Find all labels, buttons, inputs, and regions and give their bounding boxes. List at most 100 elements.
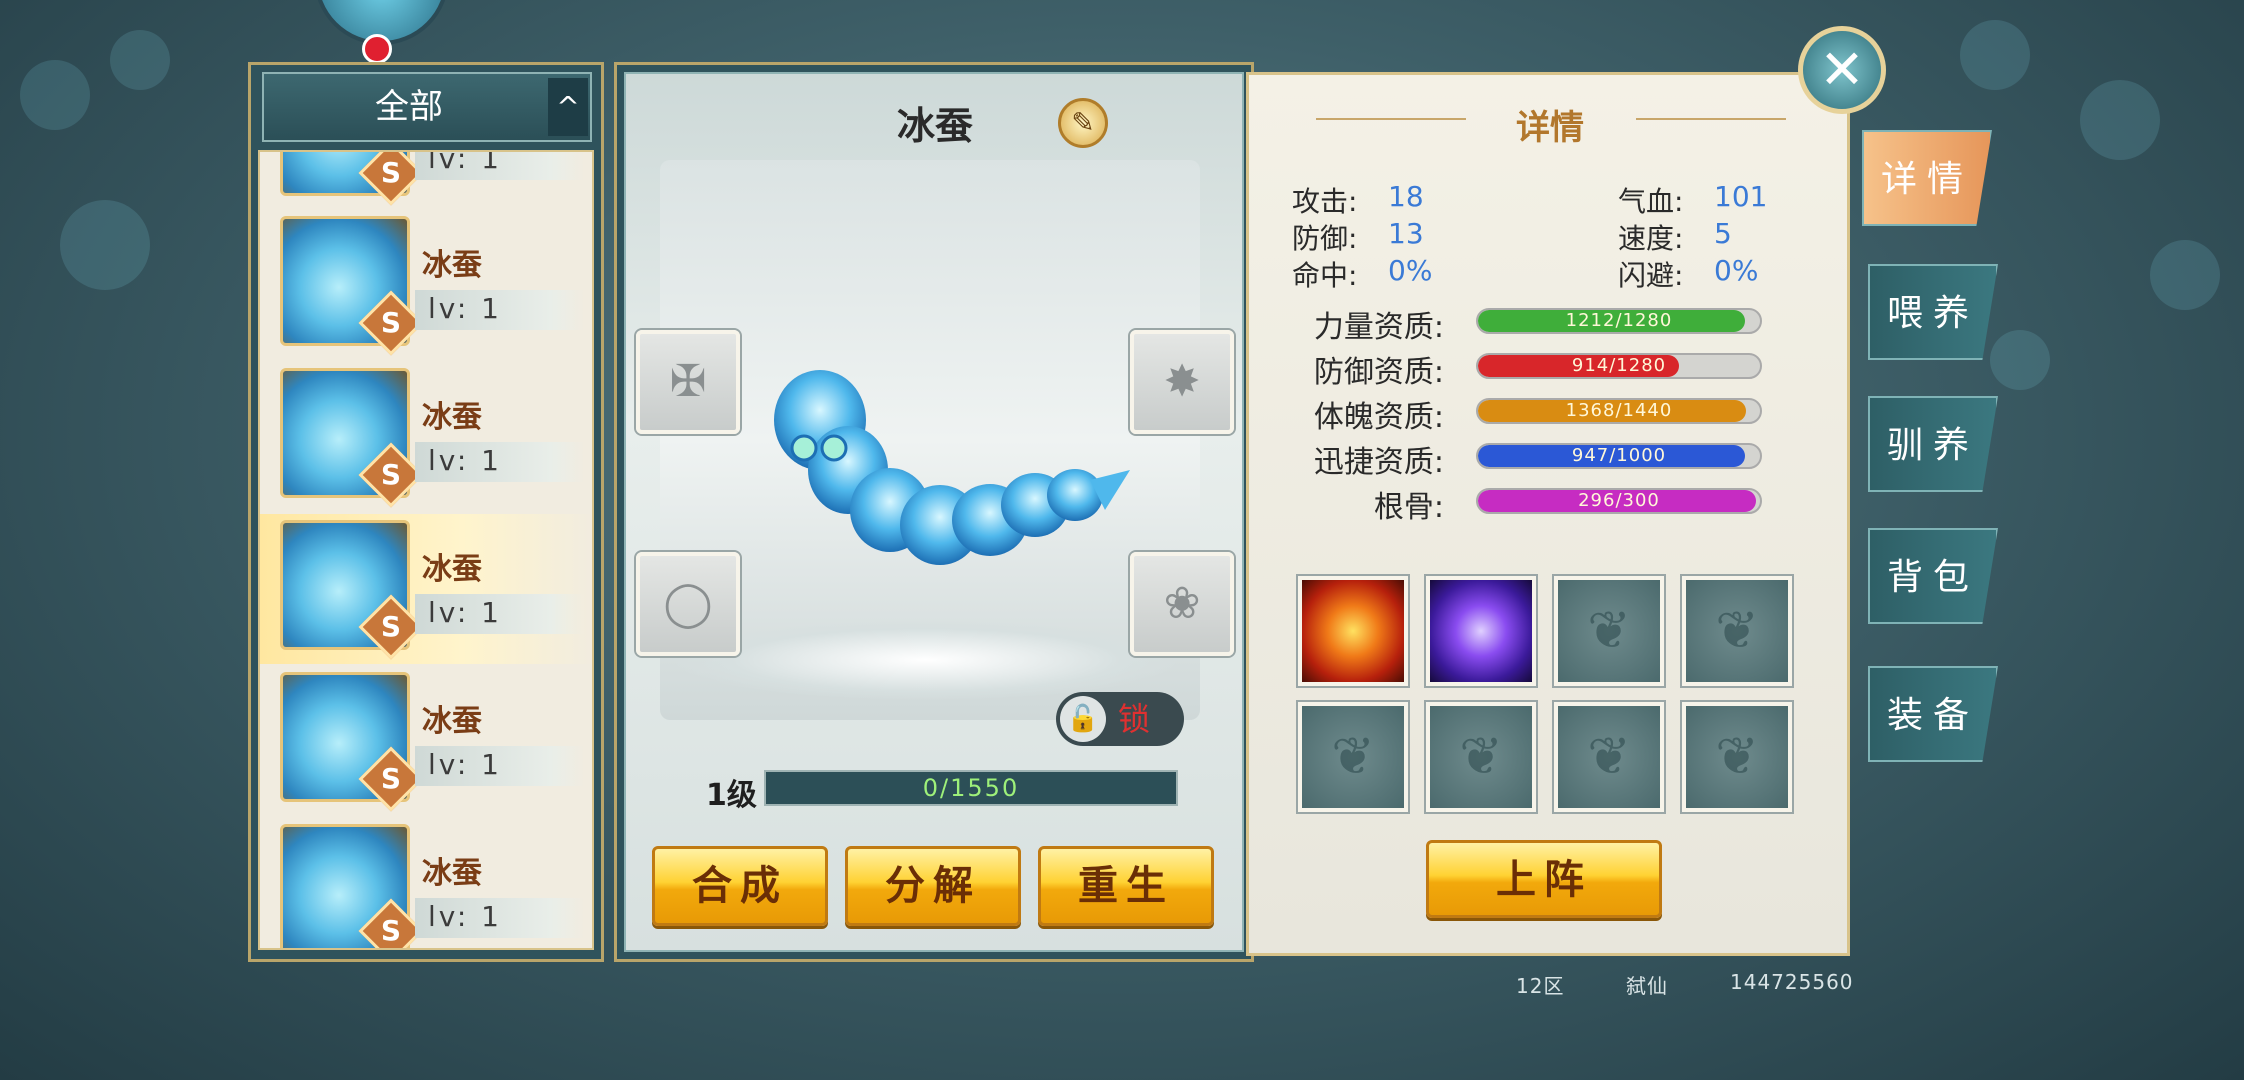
bg-bokeh [1960,20,2030,90]
aptitude-value: 1212/1280 [1565,310,1673,331]
dragon-emblem-icon: ❦ [1715,601,1759,661]
aptitude-label: 力量资质: [1313,310,1444,345]
armor-icon: ✸ [1163,356,1201,407]
pet-list-name: 冰蚕 [422,856,482,891]
pet-list-item[interactable]: S 冰蚕 lv: 1 [260,818,592,948]
lock-icon: 🔓 [1060,696,1106,742]
rank-letter: S [380,914,402,947]
equip-slot-weapon[interactable]: ✠ [636,330,740,434]
pet-platform [676,620,1176,700]
skill-fire-icon[interactable] [1298,576,1408,686]
equip-slot-armor[interactable]: ✸ [1130,330,1234,434]
skill-slot-empty[interactable]: ❦ [1426,702,1536,812]
skill-slot-empty[interactable]: ❦ [1682,576,1792,686]
stat-value: 0% [1714,254,1759,287]
exp-text: 0/1550 [922,774,1020,802]
stat-label: 防御: [1292,222,1358,255]
bg-bokeh [2150,240,2220,310]
dragon-emblem-icon: ❦ [1587,727,1631,787]
ring-icon: ❀ [1163,578,1201,629]
stat-value: 0% [1388,254,1433,287]
details-title: 详情 [1516,108,1584,148]
rank-letter: S [380,762,402,795]
bg-bokeh [20,60,90,130]
close-button[interactable]: ✕ [1798,26,1886,114]
pet-list-level: lv: 1 [428,292,502,325]
stat-label: 命中: [1292,259,1358,292]
notification-dot [362,34,392,64]
side-tab[interactable]: 驯养 [1868,396,1998,492]
skill-vortex-icon[interactable] [1426,576,1536,686]
pet-list-item[interactable]: S 冰蚕 lv: 1 [260,210,592,360]
stat-label: 速度: [1618,222,1684,255]
aptitude-value: 947/1000 [1571,445,1667,466]
stat-label: 气血: [1618,185,1684,218]
player-name: 弑仙 [1626,974,1668,998]
deploy-button[interactable]: 上阵 [1426,840,1662,918]
skill-slot-empty[interactable]: ❦ [1554,702,1664,812]
necklace-icon: ◯ [663,578,713,629]
stat-value: 5 [1714,217,1732,250]
pet-list-level: lv: 1 [428,900,502,933]
aptitude-label: 防御资质: [1313,355,1444,390]
skill-slot-empty[interactable]: ❦ [1298,702,1408,812]
aptitude-bar: 296/300 [1476,488,1762,514]
server-label: 12区 [1516,974,1565,998]
edit-icon[interactable]: ✎ [1058,98,1108,148]
pet-list-level: lv: 1 [428,748,502,781]
bg-bokeh [2080,80,2160,160]
pet-list-item[interactable]: S 冰蚕 lv: 1 [260,514,592,664]
stat-label: 闪避: [1618,259,1684,292]
skill-slot-empty[interactable]: ❦ [1554,576,1664,686]
filter-dropdown[interactable]: 全部 ^ [262,72,592,142]
rank-letter: S [380,306,402,339]
skill-slot-empty[interactable]: ❦ [1682,702,1792,812]
pet-level-label: 1级 [706,778,757,813]
pet-list-item[interactable]: S 冰蚕 lv: 1 [260,362,592,512]
side-tab[interactable]: 详情 [1862,130,1992,226]
pet-body [774,370,1130,565]
exp-bar: 0/1550 [764,770,1178,806]
side-tab[interactable]: 背包 [1868,528,1998,624]
decompose-button[interactable]: 分解 [845,846,1021,926]
aptitude-bar: 914/1280 [1476,353,1762,379]
bg-bokeh [110,30,170,90]
compose-button[interactable]: 合成 [652,846,828,926]
lock-button[interactable]: 🔓 锁 [1056,692,1184,746]
filter-label: 全部 [375,87,443,127]
pet-model[interactable] [760,360,1140,600]
chevron-up-icon[interactable]: ^ [548,78,588,136]
stat-value: 101 [1714,180,1768,213]
bg-bokeh [60,200,150,290]
equip-slot-necklace[interactable]: ◯ [636,552,740,656]
pet-list-item[interactable]: Slv: 1 [260,152,592,210]
rank-letter: S [380,156,402,189]
pet-list-name: 冰蚕 [422,400,482,435]
stat-label: 攻击: [1292,185,1358,218]
title-ornament-left [1316,118,1466,120]
pet-list-item[interactable]: S 冰蚕 lv: 1 [260,666,592,816]
aptitude-label: 体魄资质: [1313,400,1444,435]
side-tab[interactable]: 喂养 [1868,264,1998,360]
pet-list[interactable]: Slv: 1 S 冰蚕 lv: 1 S 冰蚕 lv: 1 S 冰蚕 lv: 1 S 冰蚕 lv: 1S冰… [258,150,594,950]
pet-list-name: 冰蚕 [422,704,482,739]
rebirth-button[interactable]: 重生 [1038,846,1214,926]
dragon-emblem-icon: ❦ [1587,601,1631,661]
pet-list-level: lv: 1 [428,444,502,477]
rank-letter: S [380,610,402,643]
aptitude-label: 迅捷资质: [1313,445,1444,480]
aptitude-value: 296/300 [1578,490,1660,511]
equip-slot-ring[interactable]: ❀ [1130,552,1234,656]
aptitude-value: 1368/1440 [1565,400,1673,421]
lock-label: 锁 [1118,700,1151,738]
weapon-icon: ✠ [669,356,707,407]
title-ornament-right [1636,118,1786,120]
aptitude-label: 根骨: [1373,490,1444,525]
dragon-emblem-icon: ❦ [1715,727,1759,787]
dragon-emblem-icon: ❦ [1331,727,1375,787]
bg-bokeh [1990,330,2050,390]
pet-list-name: 冰蚕 [422,248,482,283]
side-tab[interactable]: 装备 [1868,666,1998,762]
aptitude-bar: 947/1000 [1476,443,1762,469]
dragon-emblem-icon: ❦ [1459,727,1503,787]
